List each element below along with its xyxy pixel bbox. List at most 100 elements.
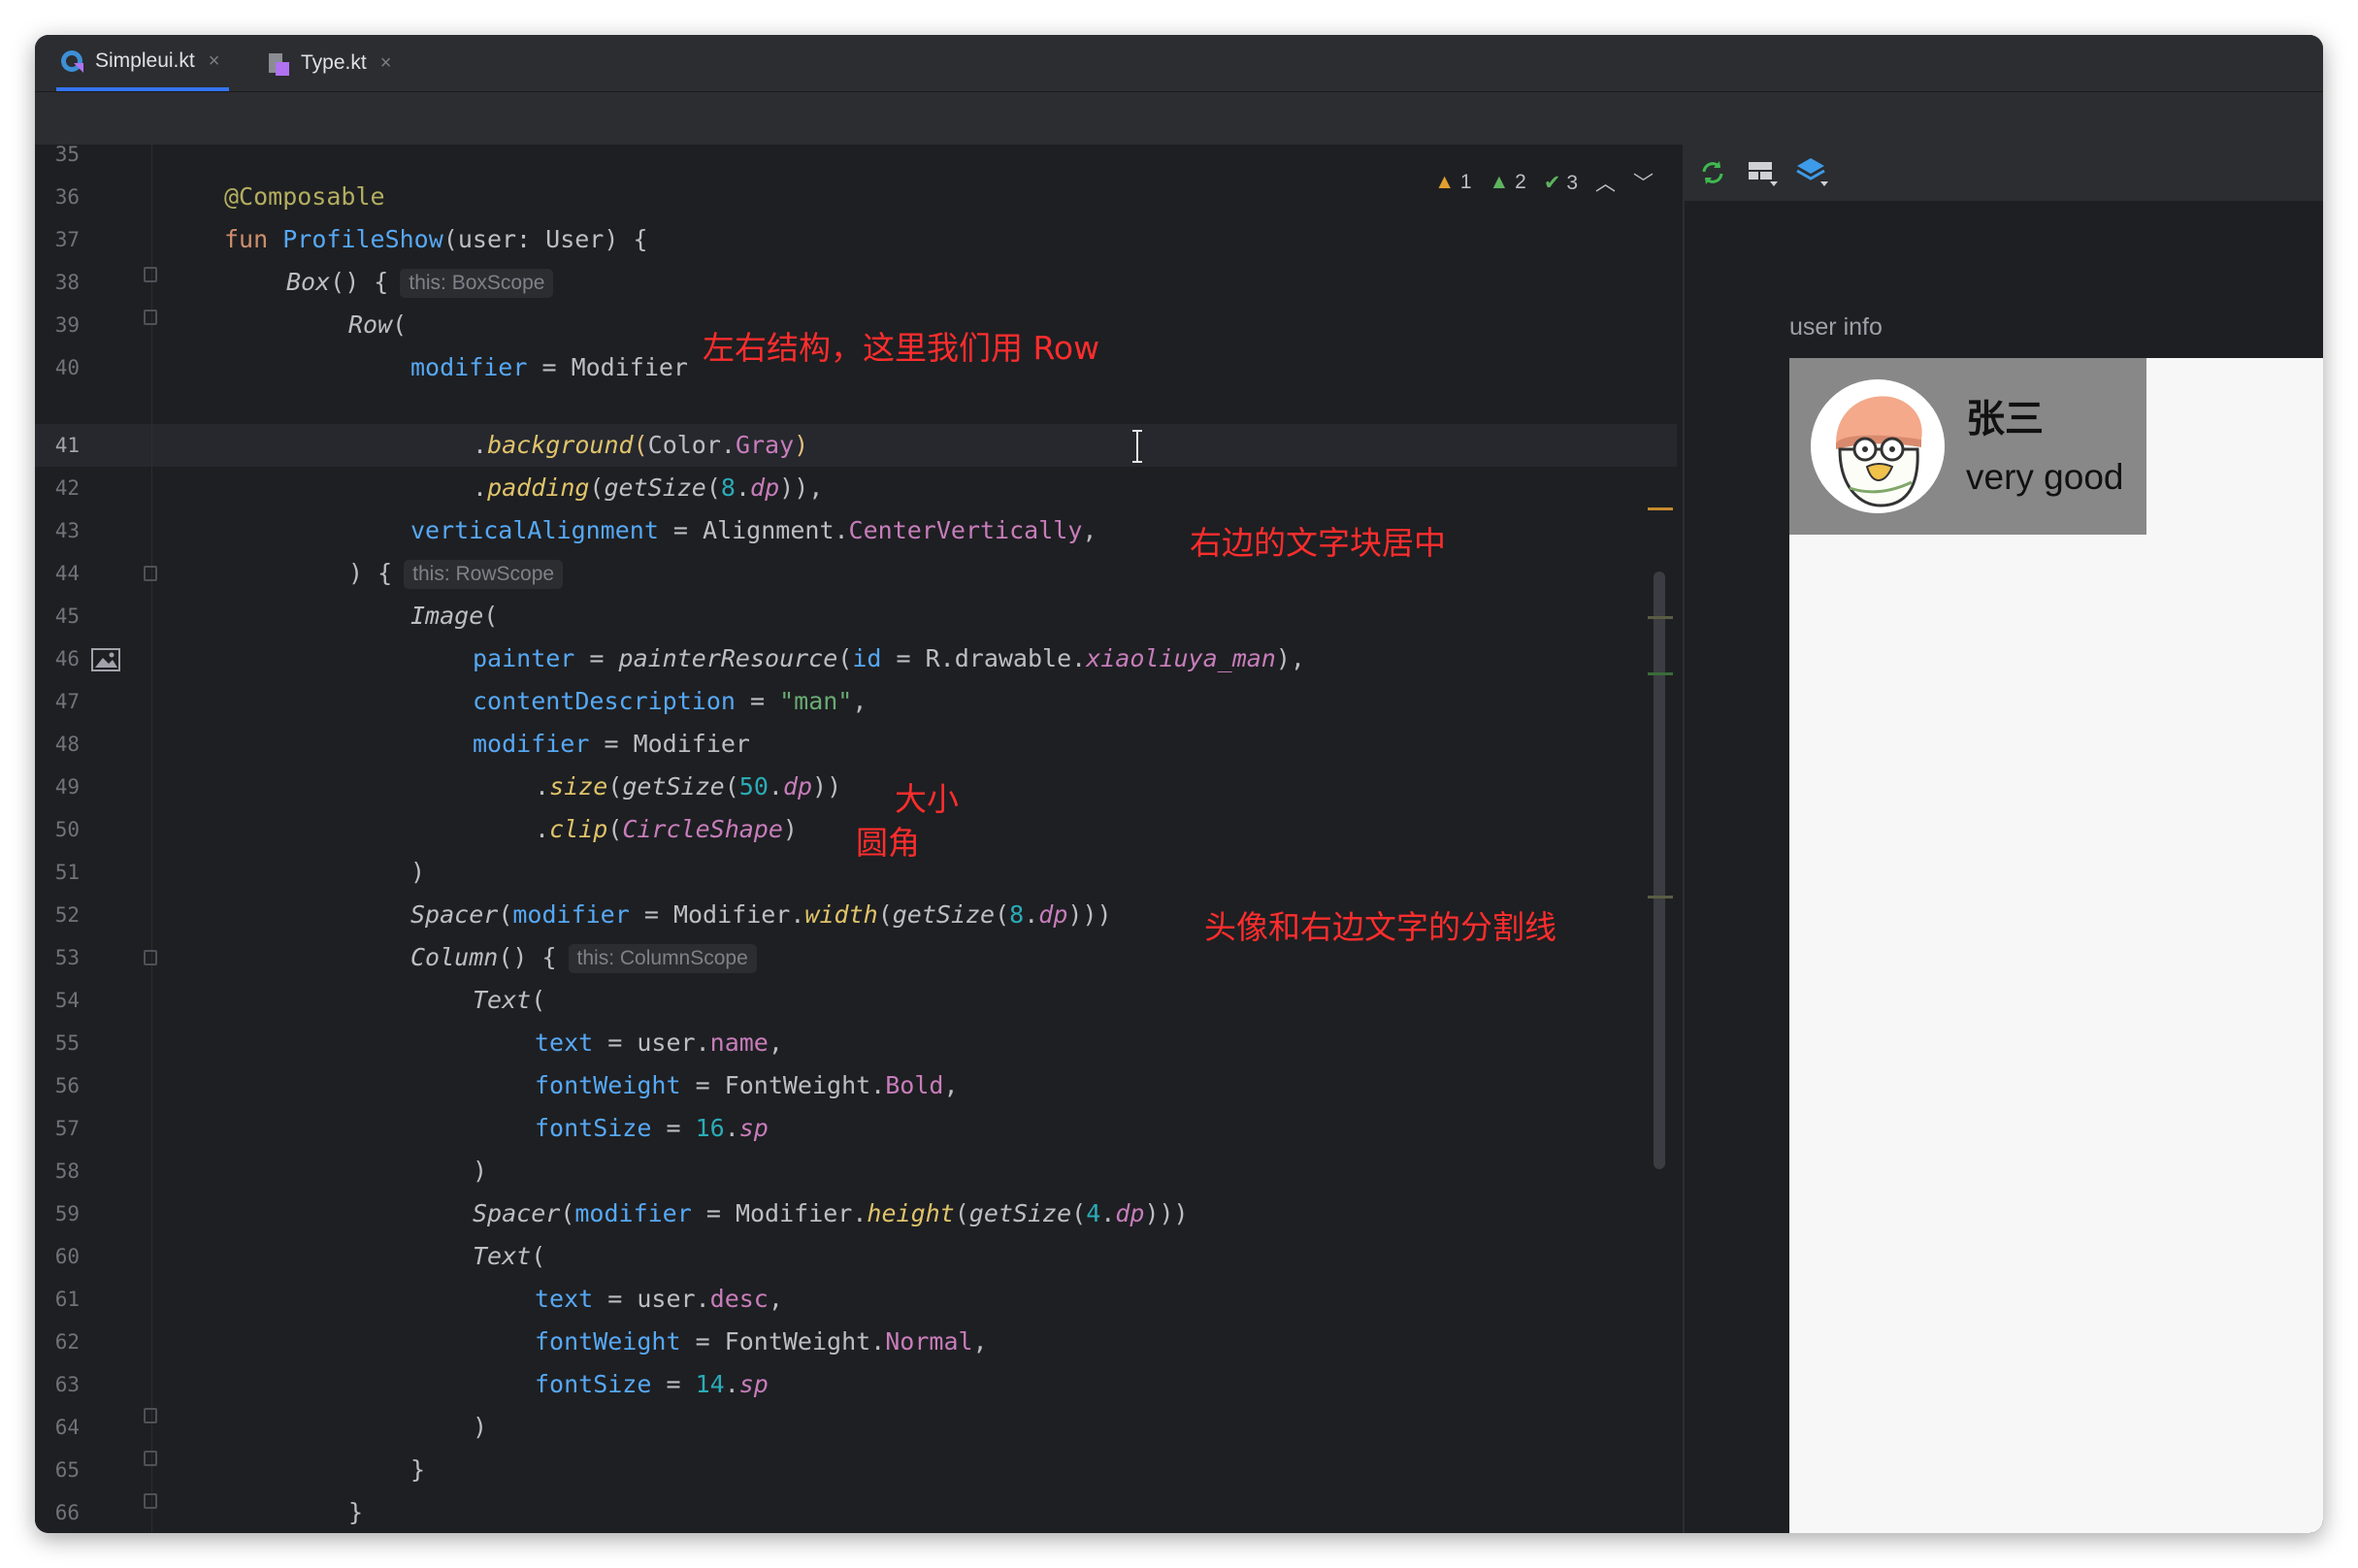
code-line: Spacer(modifier = Modifier.width(getSize… (410, 900, 1112, 929)
text-cursor-icon (1131, 430, 1143, 463)
layout-options-icon[interactable] (1747, 158, 1778, 191)
code-line: .padding(getSize(8.dp)), (473, 474, 824, 502)
inlay-hint: this: RowScope (404, 560, 564, 589)
change-marker[interactable] (1648, 616, 1673, 619)
line-number: 47 (54, 690, 80, 713)
line-number: 43 (54, 519, 80, 542)
line-number: 59 (54, 1202, 80, 1225)
fold-marker-icon[interactable] (144, 267, 157, 282)
code-line: ) {this: RowScope (348, 552, 1755, 595)
layers-icon[interactable] (1795, 156, 1830, 193)
change-marker[interactable] (1648, 896, 1673, 898)
fold-marker-icon[interactable] (144, 950, 157, 965)
code-line: Box() {this: BoxScope (286, 261, 1693, 304)
line-number: 44 (54, 562, 80, 585)
user-desc-text: very good (1966, 457, 2124, 497)
line-number: 46 (54, 647, 80, 670)
ide-window: Simpleui.kt × Type.kt × 35 36 37 38 39 4… (35, 35, 2323, 1533)
line-number: 66 (54, 1501, 80, 1524)
code-line: modifier = Modifier (473, 730, 750, 758)
image-resource-icon[interactable] (91, 648, 120, 671)
line-number: 48 (54, 733, 80, 756)
preview-toolbar (1685, 145, 2323, 201)
user-name-text: 张三 (1966, 397, 2044, 441)
code-line: Text( (473, 986, 546, 1014)
line-number: 61 (54, 1288, 80, 1311)
chevron-up-icon[interactable]: ︿ (1595, 168, 1616, 197)
line-number: 35 (54, 143, 80, 166)
annotation-size: 大小 (895, 780, 959, 818)
inlay-hint: this: ColumnScope (568, 944, 757, 973)
code-line: Column() {this: ColumnScope (410, 936, 1818, 979)
line-number: 62 (54, 1330, 80, 1354)
avatar (1811, 379, 1945, 513)
line-number: 49 (54, 775, 80, 799)
warning-marker[interactable] (1648, 507, 1673, 510)
line-number: 55 (54, 1031, 80, 1055)
code-editor[interactable]: 35 36 37 38 39 40 41 42 43 44 45 46 47 4… (35, 143, 1677, 1533)
line-number: 41 (54, 434, 80, 457)
line-number: 63 (54, 1373, 80, 1396)
inspection-widget[interactable]: ▲ 1 ▲ 2 ✔ 3 ︿ ﹀ (1434, 168, 1654, 197)
compose-preview-panel: user info 张三 very good (1683, 145, 2323, 1533)
close-icon[interactable]: × (209, 50, 220, 73)
inlay-hint: this: BoxScope (400, 269, 554, 298)
code-line: ) (473, 1413, 488, 1441)
code-line: contentDescription = "man", (473, 687, 868, 715)
code-line: .background(Color.Gray) (473, 431, 809, 459)
tab-simpleui[interactable]: Simpleui.kt × (56, 35, 230, 91)
annotation-center: 右边的文字块居中 (1190, 524, 1446, 562)
line-number: 38 (54, 271, 80, 294)
line-number: 64 (54, 1416, 80, 1439)
code-line: Spacer(modifier = Modifier.height(getSiz… (473, 1199, 1189, 1227)
fold-marker-icon[interactable] (144, 310, 157, 325)
line-number: 42 (54, 476, 80, 500)
vertical-scrollbar[interactable] (1654, 572, 1665, 1169)
tab-label: Type.kt (301, 51, 367, 74)
annotation-row: 左右结构，这里我们用 Row (703, 329, 1100, 367)
line-number: 40 (54, 356, 80, 379)
kotlin-compose-file-icon (60, 49, 85, 74)
line-number: 51 (54, 861, 80, 884)
breadcrumb-bar (35, 92, 2323, 145)
profile-card: 张三 very good (1789, 358, 2146, 535)
change-marker[interactable] (1648, 672, 1673, 675)
line-number: 54 (54, 989, 80, 1012)
code-line: fun ProfileShow(user: User) { (224, 225, 648, 253)
editor-tab-bar: Simpleui.kt × Type.kt × (35, 35, 2323, 92)
code-line: ) (473, 1157, 488, 1185)
line-number: 58 (54, 1160, 80, 1183)
annotation-clip: 圆角 (856, 824, 920, 862)
line-number: 36 (54, 185, 80, 209)
kotlin-file-icon (266, 50, 291, 76)
close-icon[interactable]: × (380, 52, 392, 75)
code-line: ) (410, 858, 426, 886)
tab-label: Simpleui.kt (95, 49, 195, 72)
line-number: 53 (54, 946, 80, 969)
code-line: verticalAlignment = Alignment.CenterVert… (410, 516, 1097, 544)
fold-marker-icon[interactable] (144, 1493, 157, 1509)
annotation-spacer: 头像和右边文字的分割线 (1204, 908, 1556, 946)
refresh-icon[interactable] (1698, 158, 1727, 191)
line-number: 60 (54, 1245, 80, 1268)
chevron-down-icon[interactable]: ﹀ (1633, 168, 1654, 197)
line-number: 50 (54, 818, 80, 841)
tab-type[interactable]: Type.kt × (266, 35, 391, 91)
line-number: 52 (54, 903, 80, 927)
line-number: 45 (54, 604, 80, 628)
code-line: } (348, 1498, 364, 1526)
line-number: 65 (54, 1458, 80, 1482)
code-line: @Composable (224, 182, 385, 211)
preview-canvas[interactable]: 张三 very good (1789, 358, 2323, 1533)
check-icon: ✔ 3 (1543, 171, 1578, 194)
line-number: 57 (54, 1117, 80, 1140)
fold-marker-icon[interactable] (144, 566, 157, 581)
line-number: 37 (54, 228, 80, 251)
preview-label: user info (1789, 313, 1883, 341)
weak-warning-icon: ▲ 2 (1489, 171, 1526, 193)
code-line: Image( (410, 602, 499, 630)
line-number: 56 (54, 1074, 80, 1097)
code-line: Text( (473, 1242, 546, 1270)
fold-marker-icon[interactable] (144, 1451, 157, 1466)
fold-marker-icon[interactable] (144, 1408, 157, 1423)
